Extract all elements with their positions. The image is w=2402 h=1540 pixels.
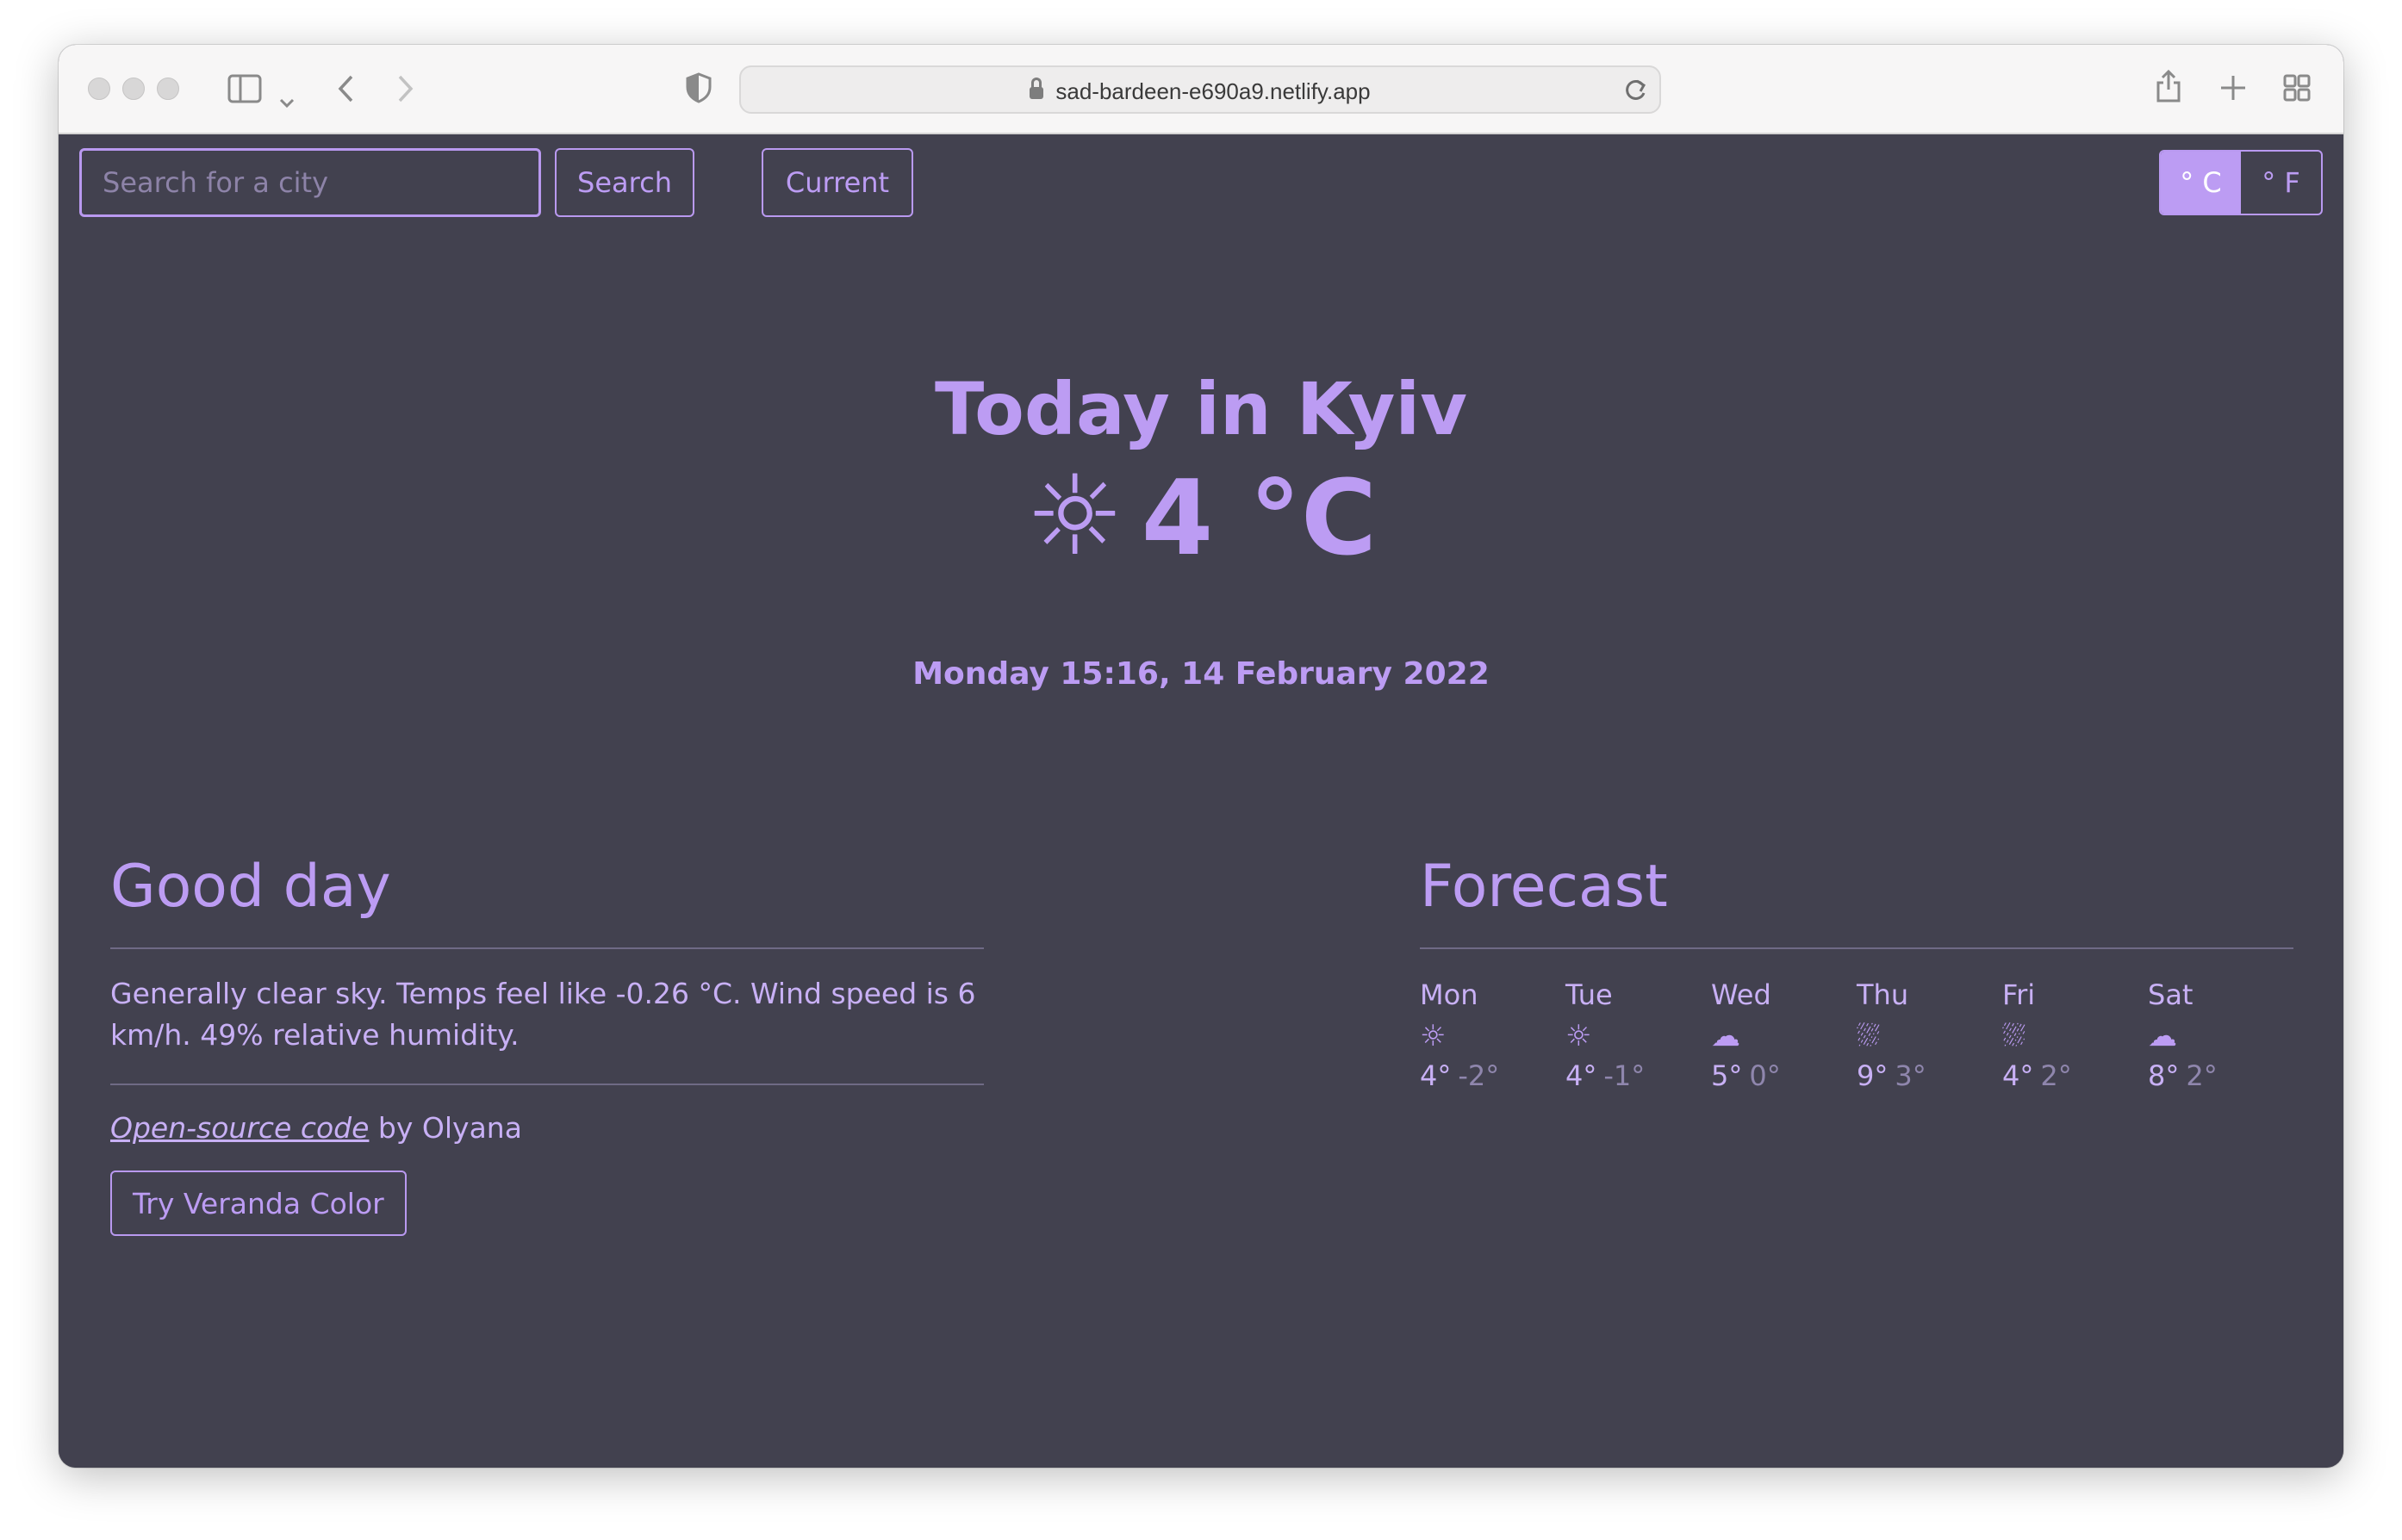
current-location-button[interactable]: Current <box>762 148 913 217</box>
day-name: Wed <box>1711 978 1771 1011</box>
forecast-day: Mon ☼ 4° -2° <box>1420 978 1565 1092</box>
tab-overview-icon[interactable] <box>2283 74 2311 107</box>
forecast-day: Sat ☁ 8° 2° <box>2148 978 2293 1092</box>
fahrenheit-button[interactable]: ° F <box>2241 152 2321 214</box>
current-temperature: ☼ 4 °C <box>59 462 2343 572</box>
high-temp: 8° <box>2148 1059 2180 1092</box>
day-temperatures: 4° -2° <box>1420 1059 1565 1092</box>
weather-app: Search Current ° C ° F Today in Kyiv ☼4 … <box>59 134 2343 1468</box>
day-temperatures: 4° 2° <box>2002 1059 2148 1092</box>
credit-line: Open-source code by Olyana <box>110 1111 984 1145</box>
source-code-link[interactable]: Open-source code <box>110 1111 369 1145</box>
sidebar-toggle-icon[interactable] <box>227 74 262 109</box>
cloud-snow-icon: ☁ <box>2148 1019 2177 1053</box>
cloud-snow-icon: ☁ <box>1711 1019 1740 1053</box>
browser-toolbar: sad-bardeen-e690a9.netlify.app <box>59 45 2343 134</box>
low-temp: -2° <box>1458 1059 1500 1092</box>
forecast-day: Tue ☼ 4° -1° <box>1565 978 1711 1092</box>
day-name: Fri <box>2002 978 2036 1011</box>
divider <box>1420 947 2293 949</box>
sun-icon: ☼ <box>1420 1019 1447 1053</box>
day-temperatures: 9° 3° <box>1857 1059 2002 1092</box>
zoom-window-button[interactable] <box>157 78 179 100</box>
address-bar[interactable]: sad-bardeen-e690a9.netlify.app <box>739 65 1661 114</box>
unit-toggle: ° C ° F <box>2159 150 2323 215</box>
search-button[interactable]: Search <box>555 148 694 217</box>
celsius-button[interactable]: ° C <box>2161 152 2241 214</box>
low-temp: 2° <box>2040 1059 2072 1092</box>
forward-icon[interactable] <box>396 74 415 109</box>
sun-icon: ☼ <box>1024 452 1124 581</box>
day-name: Mon <box>1420 978 1478 1011</box>
try-veranda-button[interactable]: Try Veranda Color <box>110 1171 407 1236</box>
current-date: Monday 15:16, 14 February 2022 <box>912 656 1490 692</box>
new-tab-icon[interactable] <box>2219 74 2247 107</box>
temperature-value: 4 °C <box>1141 459 1378 579</box>
forecast-day: Fri ⛆ 4° 2° <box>2002 978 2148 1092</box>
day-name: Thu <box>1857 978 1909 1011</box>
city-search-input[interactable] <box>79 148 541 217</box>
address-url: sad-bardeen-e690a9.netlify.app <box>741 78 1659 105</box>
browser-window: sad-bardeen-e690a9.netlify.app Search Cu… <box>59 45 2343 1468</box>
low-temp: 2° <box>2186 1059 2218 1092</box>
credit-author: by Olyana <box>369 1111 522 1145</box>
sun-cloud-rain-icon: ⛆ <box>1857 1019 1881 1053</box>
privacy-shield-icon[interactable] <box>686 72 712 109</box>
forecast-title: Forecast <box>1420 853 1668 921</box>
close-window-button[interactable] <box>88 78 110 100</box>
sun-cloud-rain-icon: ⛆ <box>2002 1019 2026 1053</box>
day-name: Sat <box>2148 978 2194 1011</box>
reload-icon[interactable] <box>1623 78 1647 109</box>
low-temp: 3° <box>1895 1059 1926 1092</box>
forecast-list: Mon ☼ 4° -2° Tue ☼ 4° -1° Wed ☁ 5° 0° Thu ⛆ <box>1420 978 2293 1092</box>
back-icon[interactable] <box>336 74 355 109</box>
weather-description: Generally clear sky. Temps feel like -0.… <box>110 977 976 1052</box>
high-temp: 9° <box>1857 1059 1889 1092</box>
divider <box>110 947 984 949</box>
low-temp: 0° <box>1749 1059 1781 1092</box>
summary-section: Good day Generally clear sky. Temps feel… <box>110 846 984 1236</box>
day-temperatures: 5° 0° <box>1711 1059 1857 1092</box>
forecast-day: Wed ☁ 5° 0° <box>1711 978 1857 1092</box>
divider <box>110 1084 984 1085</box>
day-temperatures: 4° -1° <box>1565 1059 1711 1092</box>
share-icon[interactable] <box>2156 69 2181 109</box>
high-temp: 4° <box>2002 1059 2034 1092</box>
minimize-window-button[interactable] <box>122 78 145 100</box>
chevron-down-icon[interactable] <box>279 83 295 114</box>
forecast-day: Thu ⛆ 9° 3° <box>1857 978 2002 1092</box>
high-temp: 4° <box>1565 1059 1597 1092</box>
high-temp: 5° <box>1711 1059 1743 1092</box>
forecast-section: Forecast Mon ☼ 4° -2° Tue ☼ 4° -1° Wed ☁ 5… <box>1420 846 2293 1092</box>
day-name: Tue <box>1565 978 1613 1011</box>
lock-icon <box>1030 78 1044 101</box>
day-temperatures: 8° 2° <box>2148 1059 2293 1092</box>
high-temp: 4° <box>1420 1059 1452 1092</box>
city-title: Today in Kyiv <box>935 367 1467 451</box>
summary-title: Good day <box>110 853 391 921</box>
low-temp: -1° <box>1603 1059 1646 1092</box>
sun-icon: ☼ <box>1565 1019 1592 1053</box>
